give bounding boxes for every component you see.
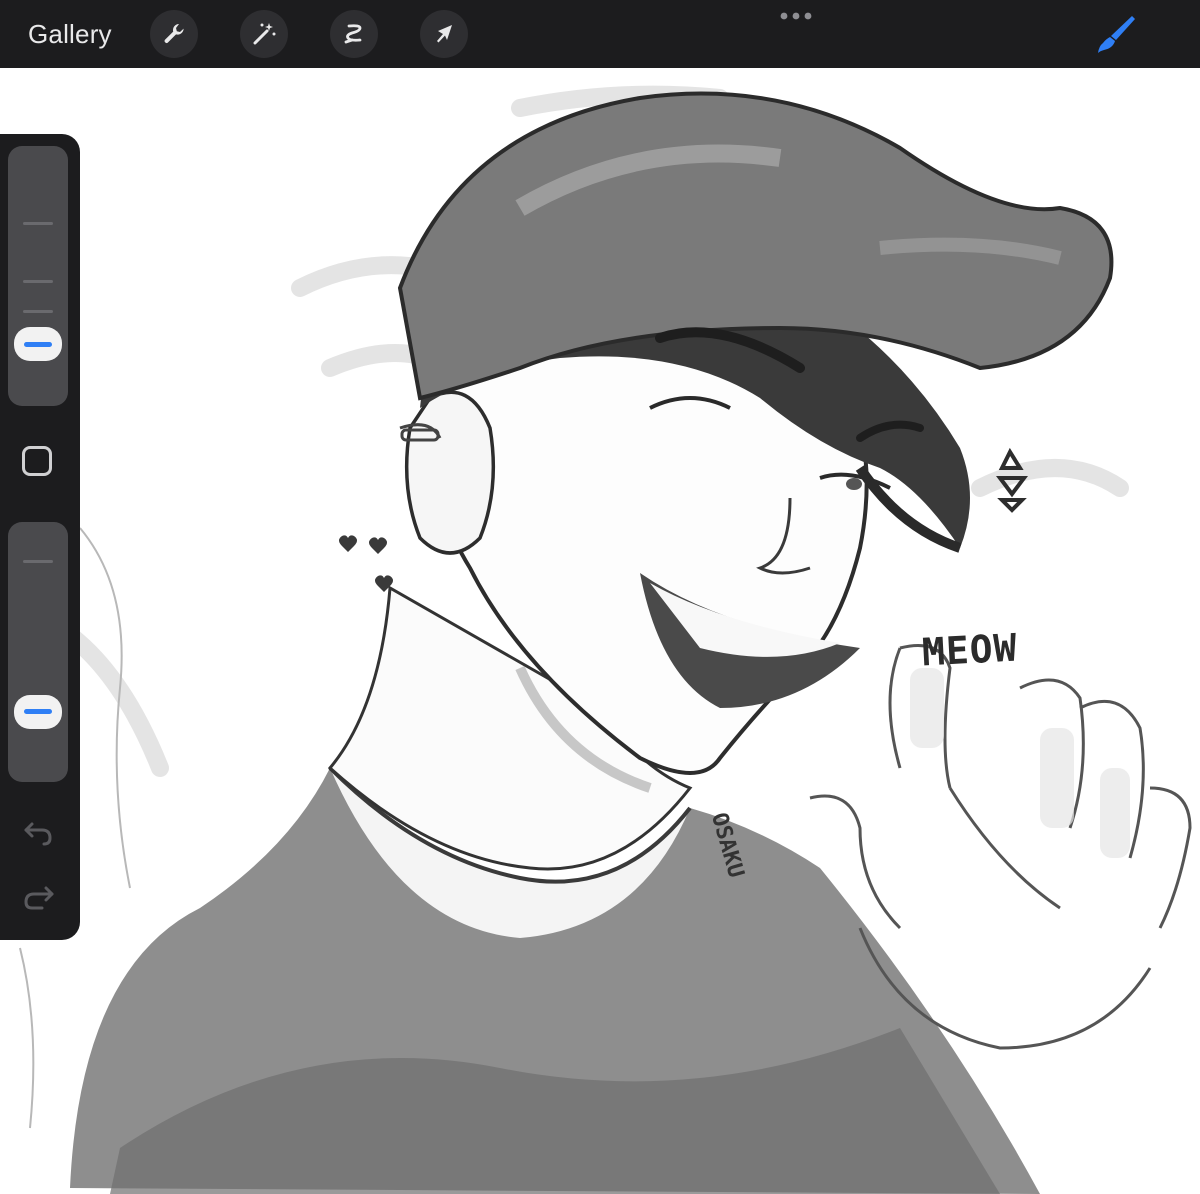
opacity-thumb[interactable] [14,694,62,729]
thumb-indicator [24,709,52,715]
thumb-indicator [24,341,52,347]
slider-tick [23,310,53,313]
selection-icon [344,24,362,44]
ellipsis-icon[interactable] [778,10,814,22]
drawing-canvas[interactable]: MEOW OSAKU [0,68,1200,1194]
opacity-slider[interactable] [8,522,68,782]
sketch-artwork [19,85,1192,1194]
top-toolbar: Gallery [0,0,1200,68]
slider-tick [23,222,53,225]
wrench-icon [164,23,184,43]
redo-icon[interactable] [22,882,56,916]
brush-sidebar [0,134,80,940]
meow-doodle-text: MEOW [920,625,1019,675]
modify-button[interactable] [22,446,52,476]
magic-wand-icon [253,23,276,45]
brush-size-thumb[interactable] [14,327,62,362]
undo-icon[interactable] [22,816,56,850]
brush-icon[interactable] [1094,12,1138,56]
brush-size-slider[interactable] [8,146,68,406]
slider-tick [23,280,53,283]
slider-tick [23,560,53,563]
selection-button[interactable] [330,10,378,58]
actions-button[interactable] [150,10,198,58]
arrow-cursor-icon [437,25,452,43]
gallery-button[interactable]: Gallery [28,16,112,52]
transform-button[interactable] [420,10,468,58]
adjustments-button[interactable] [240,10,288,58]
